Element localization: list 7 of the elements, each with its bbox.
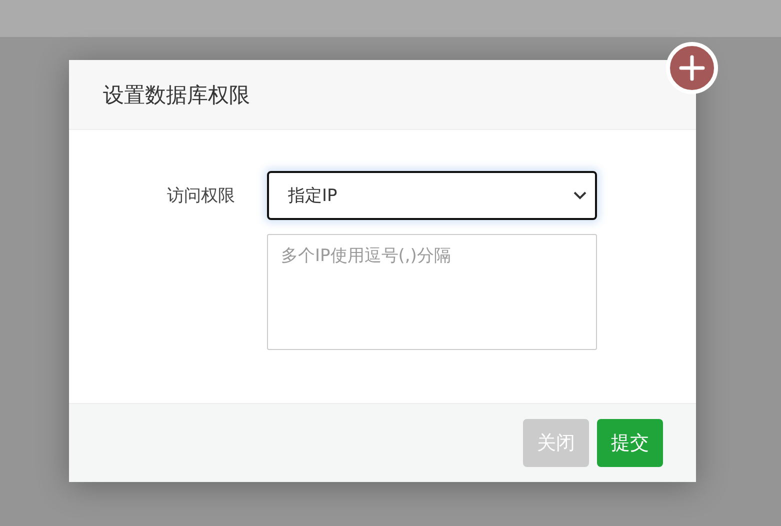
dropdown[interactable]: 指定IP [267,171,597,220]
ip-list-field[interactable]: 多个IP使用逗号(,)分隔 [267,234,597,350]
close-icon[interactable] [666,42,718,94]
dialog-title: 设置数据库权限 [103,82,250,108]
field-label: 访问权限 [166,185,235,207]
submit-button[interactable]: 提交 [597,419,663,467]
chevron-icon [573,191,587,200]
